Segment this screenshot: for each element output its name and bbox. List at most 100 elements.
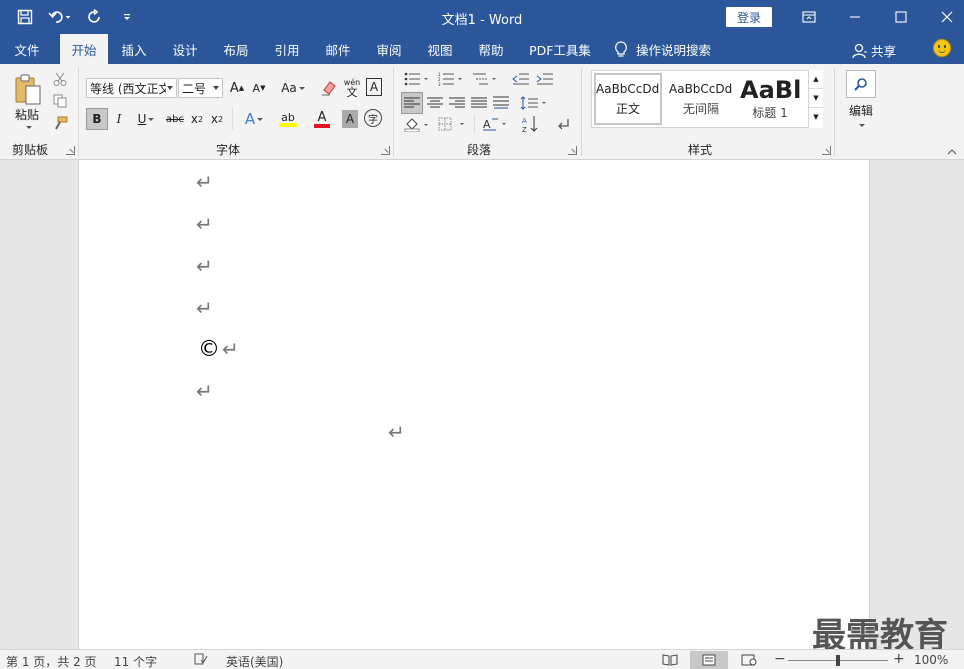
increase-indent-icon[interactable] [534,70,556,88]
gallery-up-icon[interactable]: ▲ [809,70,823,89]
window-controls [786,0,964,34]
tab-insert[interactable]: 插入 [110,34,158,64]
login-button[interactable]: 登录 [726,7,772,27]
font-size-combo[interactable]: 二号 [178,78,223,98]
find-icon[interactable] [846,70,876,98]
close-icon[interactable] [924,0,964,34]
justify-icon[interactable] [468,92,490,114]
ribbon-display-options-icon[interactable] [786,0,832,34]
tab-references[interactable]: 引用 [263,34,311,64]
strikethrough-button[interactable]: abc [164,108,186,130]
tab-file[interactable]: 文件 [0,34,54,64]
zoom-slider-thumb[interactable] [836,655,840,666]
paragraph-launcher-icon[interactable] [568,146,577,155]
styles-group-label: 样式 [687,143,712,157]
tab-view[interactable]: 视图 [416,34,464,64]
zoom-in-button[interactable]: + [893,651,905,667]
tab-help[interactable]: 帮助 [467,34,515,64]
paste-dropdown-icon[interactable] [22,122,34,132]
change-case-button[interactable]: Aa [278,78,308,98]
cut-icon[interactable] [50,70,70,88]
collapse-ribbon-icon[interactable] [944,146,960,158]
style-heading-1[interactable]: AaBl 标题 1 [738,73,802,125]
feedback-smiley-icon[interactable] [933,39,951,57]
group-divider [78,68,79,156]
align-left-icon[interactable] [401,92,423,114]
tab-pdf-tools[interactable]: PDF工具集 [522,34,598,64]
paragraph-group-label: 段落 [466,143,491,157]
shrink-font-icon[interactable]: A ▼ [250,78,268,98]
format-painter-icon[interactable] [50,114,70,132]
highlight-button[interactable]: ab [272,108,304,130]
paragraph-mark: ↵ [196,212,213,236]
style-no-spacing[interactable]: AaBbCcDd 无间隔 [666,73,736,125]
grow-font-icon[interactable]: A ▲ [228,78,246,98]
read-mode-icon[interactable] [657,651,683,669]
font-color-button[interactable]: A [306,108,338,130]
tab-review[interactable]: 审阅 [365,34,413,64]
editing-dropdown-icon[interactable] [856,120,866,130]
styles-gallery-scroll[interactable]: ▲ ▼ ▼ [808,70,823,128]
phonetic-guide-button[interactable]: wén 文 [342,76,362,100]
share-button[interactable]: 共享 [852,41,896,60]
show-hide-marks-icon[interactable] [552,114,574,134]
shading-icon[interactable] [402,114,432,134]
italic-button[interactable]: I [110,108,128,130]
zoom-level[interactable]: 100% [914,653,948,667]
paste-label[interactable]: 粘贴 [8,106,46,122]
ribbon-tabs: 文件 开始 插入 设计 布局 引用 邮件 审阅 视图 帮助 PDF工具集 操作说… [0,34,964,64]
styles-launcher-icon[interactable] [822,146,831,155]
decrease-indent-icon[interactable] [510,70,532,88]
align-center-icon[interactable] [424,92,446,114]
bullets-icon[interactable] [402,70,432,88]
print-layout-icon[interactable] [690,651,728,669]
tab-design[interactable]: 设计 [161,34,209,64]
web-layout-icon[interactable] [736,651,762,669]
paste-icon[interactable] [10,70,46,110]
editing-label[interactable]: 编辑 [840,102,882,118]
word-count[interactable]: 11 个字 [114,653,157,669]
enclose-characters-button[interactable]: 字 [364,109,382,127]
tell-me-search[interactable]: 操作说明搜索 [614,40,711,59]
styles-gallery: AaBbCcDd 正文 AaBbCcDd 无间隔 AaBl 标题 1 [591,70,823,128]
page-count[interactable]: 第 1 页，共 2 页 [6,653,97,669]
status-bar: 第 1 页，共 2 页 11 个字 英语(美国) − + 100% [0,649,964,669]
gallery-down-icon[interactable]: ▼ [809,89,823,108]
font-name-value: 等线 (西文正文) [90,81,166,96]
style-normal[interactable]: AaBbCcDd 正文 [594,73,662,125]
character-shading-button[interactable]: A [342,110,358,128]
font-group-label: 字体 [215,143,240,157]
superscript-button[interactable]: x2 [208,108,226,130]
clear-formatting-icon[interactable] [318,78,340,98]
clipboard-launcher-icon[interactable] [66,146,75,155]
gallery-more-icon[interactable]: ▼ [809,108,823,126]
align-right-icon[interactable] [446,92,468,114]
font-name-combo[interactable]: 等线 (西文正文) [86,78,177,98]
multilevel-list-icon[interactable] [470,70,500,88]
copy-icon[interactable] [50,92,70,110]
underline-button[interactable]: U [132,108,160,130]
borders-icon[interactable] [436,114,468,134]
paragraph-mark: ↵ [388,420,405,444]
minimize-icon[interactable] [832,0,878,34]
chinese-layout-icon[interactable]: A [480,114,510,134]
bold-button[interactable]: B [86,108,108,130]
vertical-scrollbar[interactable] [949,160,964,649]
numbering-icon[interactable]: 123 [436,70,466,88]
subscript-button[interactable]: x2 [188,108,206,130]
clipboard-group-label: 剪贴板 [11,143,48,157]
language-indicator[interactable]: 英语(美国) [226,653,283,669]
proofing-icon[interactable] [194,652,208,669]
tell-me-label: 操作说明搜索 [636,43,712,58]
line-spacing-icon[interactable] [518,92,550,114]
zoom-out-button[interactable]: − [774,651,786,667]
sort-icon[interactable]: AZ [520,114,542,134]
maximize-icon[interactable] [878,0,924,34]
text-effects-button[interactable]: A [240,108,268,130]
tab-layout[interactable]: 布局 [212,34,260,64]
tab-home[interactable]: 开始 [60,34,108,64]
distributed-icon[interactable] [490,92,512,114]
tab-mailings[interactable]: 邮件 [314,34,362,64]
font-launcher-icon[interactable] [381,146,390,155]
character-border-button[interactable]: A [366,78,382,96]
